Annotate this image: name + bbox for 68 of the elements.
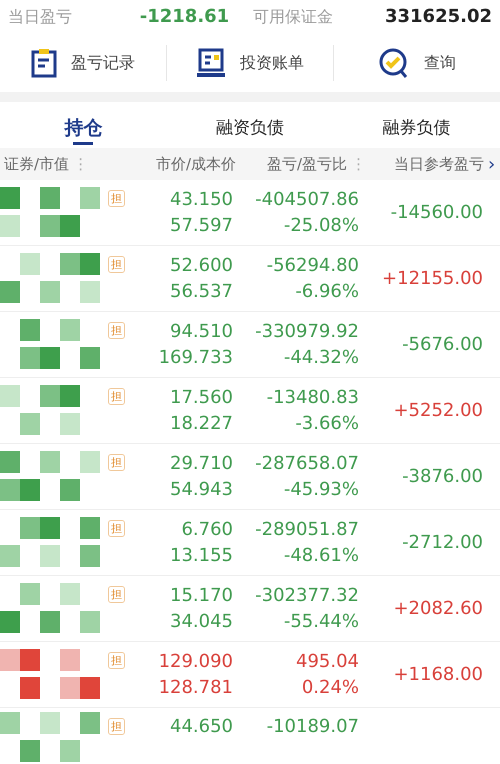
profit-loss: -13480.83 (266, 386, 359, 408)
profit-loss: -330979.92 (255, 320, 359, 342)
action-button[interactable]: 查询 (334, 38, 500, 88)
tab[interactable]: 融资负债 (166, 102, 334, 148)
market-price: 94.510 (170, 320, 233, 342)
search-icon (378, 47, 410, 79)
profit-loss: -287658.07 (255, 452, 359, 474)
cost-price: 169.733 (158, 346, 233, 368)
collateral-badge: 担 (108, 190, 125, 207)
collateral-badge: 担 (108, 256, 125, 273)
more-columns-arrow[interactable]: › (488, 154, 496, 174)
summary-label: 当日盈亏 (8, 6, 73, 28)
cost-price: 54.943 (170, 478, 233, 500)
profit-loss: -404507.86 (255, 188, 359, 210)
market-price: 44.650 (170, 716, 233, 738)
summary-label: 可用保证金 (253, 6, 334, 28)
profit-loss-ratio: -6.96% (295, 280, 359, 302)
profit-loss-ratio: 0.24% (302, 676, 359, 698)
cost-price: 13.155 (170, 544, 233, 566)
collateral-badge: 担 (108, 322, 125, 339)
market-price: 52.600 (170, 254, 233, 276)
column-header[interactable]: 市价/成本价 (156, 154, 236, 174)
clipboard-icon (31, 48, 57, 78)
daily-profit-loss: -14560.00 (390, 202, 483, 224)
profit-loss: -289051.87 (255, 518, 359, 540)
collateral-badge: 担 (108, 718, 125, 735)
market-price: 43.150 (170, 188, 233, 210)
market-price: 17.560 (170, 386, 233, 408)
profit-loss-ratio: -48.61% (284, 544, 359, 566)
profit-loss-ratio: -55.44% (284, 610, 359, 632)
daily-profit-loss: +1168.00 (393, 664, 483, 686)
column-header[interactable]: 证券/市值 (4, 154, 70, 174)
daily-profit-loss: -2712.00 (402, 532, 483, 554)
market-price: 6.760 (181, 518, 233, 540)
market-price: 29.710 (170, 452, 233, 474)
profit-loss-ratio: -45.93% (284, 478, 359, 500)
profit-loss: -302377.32 (255, 584, 359, 606)
cost-price: 18.227 (170, 412, 233, 434)
cost-price: 34.045 (170, 610, 233, 632)
action-button[interactable]: 投资账单 (167, 38, 333, 88)
market-price: 129.090 (158, 650, 233, 672)
daily-profit-loss: +2082.60 (393, 598, 483, 620)
cost-price: 57.597 (170, 214, 233, 236)
summary-value: -1218.61 (140, 5, 230, 29)
market-price: 15.170 (170, 584, 233, 606)
collateral-badge: 担 (108, 520, 125, 537)
cost-price: 128.781 (158, 676, 233, 698)
profit-loss-ratio: -44.32% (284, 346, 359, 368)
profit-loss-ratio: -3.66% (295, 412, 359, 434)
collateral-badge: 担 (108, 388, 125, 405)
daily-profit-loss: -3876.00 (402, 466, 483, 488)
profit-loss: -10189.07 (266, 716, 359, 738)
cost-price: 56.537 (170, 280, 233, 302)
tab[interactable]: 融券负债 (333, 102, 500, 148)
laptop-icon (196, 48, 226, 78)
profit-loss-ratio: -25.08% (284, 214, 359, 236)
column-header[interactable]: 当日参考盈亏 (394, 154, 484, 174)
collateral-badge: 担 (108, 652, 125, 669)
column-header[interactable]: 盈亏/盈亏比 (266, 154, 347, 174)
collateral-badge: 担 (108, 586, 125, 603)
daily-profit-loss: +5252.00 (393, 400, 483, 422)
daily-profit-loss: -5676.00 (402, 334, 483, 356)
profit-loss: -56294.80 (266, 254, 359, 276)
summary-value: 331625.02 (384, 5, 492, 29)
profit-loss: 495.04 (296, 650, 359, 672)
collateral-badge: 担 (108, 454, 125, 471)
action-button[interactable]: 盈亏记录 (0, 38, 166, 88)
daily-profit-loss: +12155.00 (382, 268, 483, 290)
